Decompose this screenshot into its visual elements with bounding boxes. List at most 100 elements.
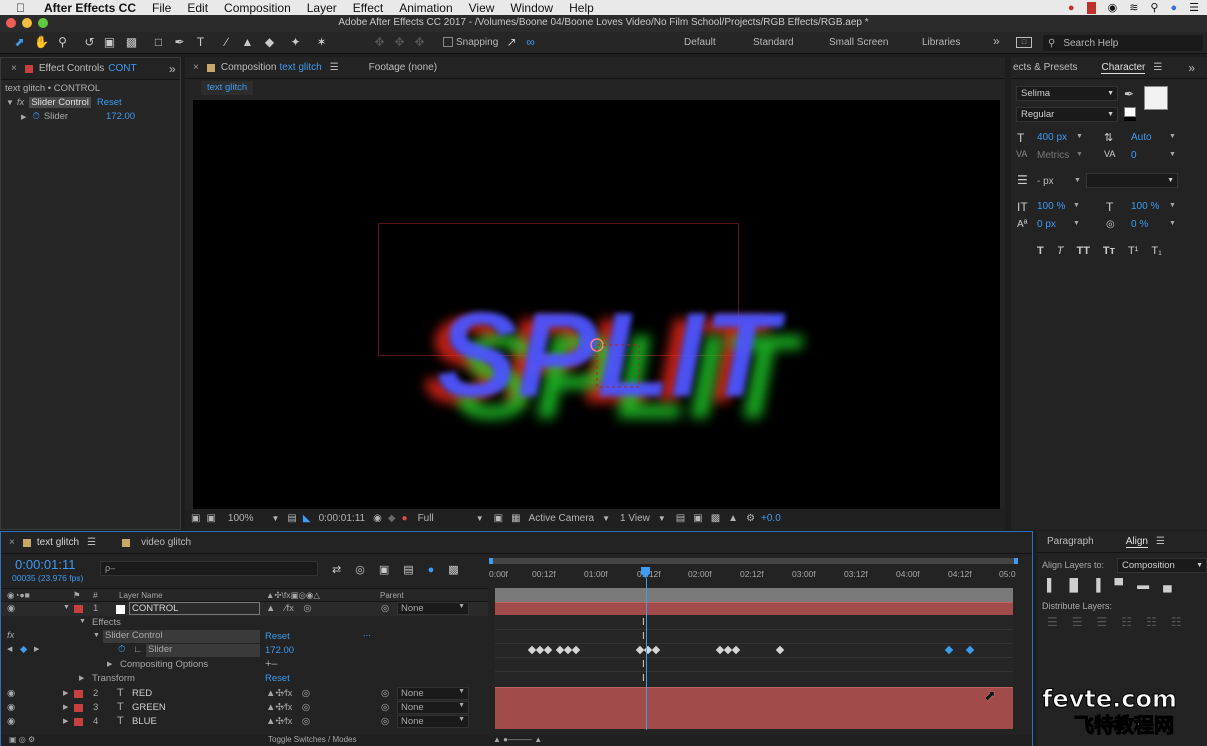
rotate-tool-icon[interactable]: ↺: [82, 35, 97, 50]
parent-header[interactable]: Parent: [380, 591, 404, 600]
composition-tab-name[interactable]: text glitch: [279, 62, 321, 73]
keyframe-selected[interactable]: [965, 645, 975, 655]
shy-layers-icon[interactable]: ▣: [379, 563, 389, 576]
timeline-menu-icon[interactable]: ☰: [87, 537, 96, 548]
faux-italic-button[interactable]: T: [1057, 245, 1064, 257]
current-timecode[interactable]: 0:00:01:11: [15, 557, 75, 572]
menu-help[interactable]: Help: [569, 1, 594, 15]
transform-expand-icon[interactable]: ▶: [79, 674, 84, 682]
comp-menu-icon[interactable]: ☰: [330, 62, 339, 73]
parent-pickwhip-icon[interactable]: ◎: [381, 688, 389, 699]
layer-expand-icon[interactable]: ▶: [63, 703, 68, 711]
close-timeline-tab-icon[interactable]: ×: [9, 537, 15, 548]
composition-tab[interactable]: Composition: [221, 62, 277, 73]
font-size-value[interactable]: 400 px: [1037, 132, 1067, 143]
eraser-tool-icon[interactable]: ◆: [262, 35, 277, 50]
align-hcenter-icon[interactable]: █: [1070, 578, 1079, 592]
workspace-standard[interactable]: Standard: [753, 37, 794, 48]
world-axis-icon[interactable]: ✥: [392, 35, 407, 50]
comp-mini-flowchart-icon[interactable]: ⇄: [332, 563, 341, 576]
slider-control-collapse-icon[interactable]: ▼: [93, 632, 100, 639]
baseline-shift-value[interactable]: 0 px: [1037, 219, 1056, 230]
transform-reset[interactable]: Reset: [265, 673, 290, 684]
close-tab-icon[interactable]: ×: [11, 63, 17, 74]
selection-tool-icon[interactable]: ⬈: [12, 35, 27, 50]
parent-pickwhip-icon[interactable]: ◎: [381, 716, 389, 727]
keyframe[interactable]: [775, 645, 785, 655]
resolution-dropdown-icon[interactable]: ▼: [476, 514, 484, 523]
keyframe[interactable]: [731, 645, 741, 655]
layer-name[interactable]: CONTROL: [129, 602, 260, 615]
mask-visibility-icon[interactable]: ◣: [303, 513, 311, 524]
layer-expand-icon[interactable]: ▶: [63, 689, 68, 697]
layer-search-input[interactable]: ρ–: [100, 561, 318, 576]
visibility-eye-icon[interactable]: ◉: [7, 603, 15, 614]
monitor-icon[interactable]: ▣: [206, 513, 215, 524]
menu-window[interactable]: Window: [510, 1, 553, 15]
exposure-reset-icon[interactable]: ⚙: [746, 513, 755, 524]
parent-dropdown[interactable]: None ▼: [397, 715, 469, 728]
superscript-button[interactable]: T¹: [1128, 245, 1138, 257]
slider-stopwatch-icon[interactable]: ⏱: [118, 644, 125, 655]
tsume-dropdown-icon[interactable]: ▼: [1169, 220, 1176, 227]
frame-blending-icon[interactable]: ▤: [403, 563, 413, 576]
type-tool-icon[interactable]: T: [193, 35, 208, 50]
keyframe[interactable]: [543, 645, 553, 655]
keyframe-selected[interactable]: [944, 645, 954, 655]
distribute-vcenter-icon[interactable]: ☰: [1072, 615, 1083, 629]
label-column-icon[interactable]: ⚑: [73, 590, 81, 601]
layer-row-green[interactable]: ◉ ▶ 3 T GREEN ▲✣∕fx ◎ ◎ None ▼: [1, 701, 488, 715]
slider-property-name[interactable]: Slider: [146, 644, 260, 657]
align-to-dropdown[interactable]: Composition ▼: [1117, 558, 1207, 573]
small-caps-button[interactable]: Tт: [1103, 245, 1115, 257]
search-help-field[interactable]: ⚲ Search Help: [1043, 35, 1203, 51]
workspace-libraries[interactable]: Libraries: [922, 37, 960, 48]
fx-toggle-icon[interactable]: fx: [7, 630, 14, 641]
zoom-dropdown-icon[interactable]: ▼: [271, 514, 279, 523]
effect-name[interactable]: Slider Control: [29, 97, 91, 108]
battery-tray-icon[interactable]: [1086, 1, 1096, 14]
distribute-hcenter-icon[interactable]: ☷: [1146, 615, 1157, 629]
slider-control-reset[interactable]: Reset: [265, 631, 290, 642]
stroke-width-value[interactable]: - px: [1037, 176, 1054, 187]
layer-name[interactable]: GREEN: [132, 702, 166, 713]
work-area-start-handle[interactable]: [489, 558, 493, 564]
align-left-icon[interactable]: ▌: [1047, 578, 1056, 592]
font-size-dropdown-icon[interactable]: ▼: [1076, 133, 1083, 140]
horizontal-scale-value[interactable]: 100 %: [1131, 201, 1159, 212]
timeline-tab-text-glitch[interactable]: text glitch: [37, 537, 79, 548]
add-remove-mask-button[interactable]: +–: [265, 658, 278, 670]
slider-property-value[interactable]: 172.00: [265, 645, 294, 656]
parent-dropdown[interactable]: None ▼: [397, 701, 469, 714]
fx-icon[interactable]: fx: [17, 97, 24, 108]
slider-property-row[interactable]: ◀ ◆ ▶ ⏱ ∟ Slider 172.00: [1, 644, 488, 658]
camera-tool-icon[interactable]: ▣: [102, 35, 117, 50]
slider-control-name[interactable]: Slider Control: [103, 630, 260, 643]
tsume-value[interactable]: 0 %: [1131, 219, 1148, 230]
layer-name-header[interactable]: Layer Name: [119, 591, 163, 600]
local-axis-icon[interactable]: ✥: [372, 35, 387, 50]
red-tray-icon[interactable]: ●: [1068, 2, 1075, 14]
align-menu-icon[interactable]: ☰: [1156, 536, 1165, 547]
time-ruler[interactable]: 0:00f 00:12f 01:00f 01:12f 02:00f 02:12f…: [489, 558, 1019, 588]
eye-tray-icon[interactable]: ◉: [1108, 1, 1118, 14]
fast-previews-icon[interactable]: ▣: [693, 513, 702, 524]
footer-toggle-icons[interactable]: ▣ ◎ ⚙: [9, 735, 35, 744]
switches-icon[interactable]: ▲ ∕fx ◎: [266, 603, 312, 614]
font-style-dropdown[interactable]: Regular ▼: [1016, 107, 1118, 122]
layer-name[interactable]: BLUE: [132, 716, 157, 727]
distribute-bottom-icon[interactable]: ☰: [1097, 615, 1108, 629]
compositing-options-row[interactable]: ▶ Compositing Options +–: [1, 658, 488, 672]
snap-edge-icon[interactable]: ↗: [504, 35, 519, 50]
next-keyframe-icon[interactable]: ▶: [34, 645, 39, 653]
layer-label-swatch[interactable]: [74, 690, 83, 698]
menu-app-name[interactable]: After Effects CC: [44, 1, 136, 15]
visibility-eye-icon[interactable]: ◉: [7, 702, 15, 713]
transform-row[interactable]: ▶ Transform Reset: [1, 672, 488, 686]
white-swatch[interactable]: [1124, 107, 1136, 117]
exposure-value[interactable]: +0.0: [761, 513, 781, 524]
brush-tool-icon[interactable]: ∕: [219, 35, 234, 50]
prev-keyframe-icon[interactable]: ◀: [7, 645, 12, 653]
layer-row-red[interactable]: ◉ ▶ 2 T RED ▲✣∕fx ◎ ◎ None ▼: [1, 687, 488, 701]
view-axis-icon[interactable]: ✥: [412, 35, 427, 50]
